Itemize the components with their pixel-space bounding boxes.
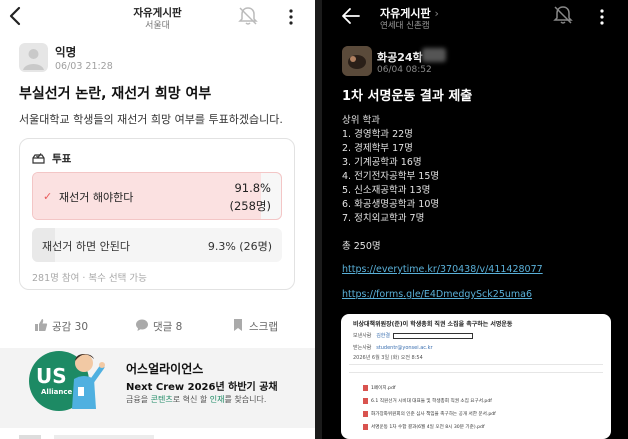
post-date: 06/04 08:52 <box>377 65 432 75</box>
left-screen: 자유게시판 서울대 익명 06/03 21:28 부실선거 논란, 재선거 희망… <box>0 0 315 439</box>
email-subject: 비상대책위원장(준)이 학생총회 직권 소집을 촉구하는 서명운동 <box>353 321 513 328</box>
banner-title: 어스얼라이언스 <box>126 362 204 376</box>
notification-off-icon[interactable] <box>237 6 259 26</box>
list-item: 3. 기계공학과 16명 <box>342 157 422 168</box>
back-arrow-icon[interactable] <box>341 6 361 26</box>
like-count: 공감 30 <box>52 321 89 333</box>
ballot-box-icon <box>32 153 45 164</box>
poll-option-1[interactable]: ✓ 재선거 해야한다 91.8% (258명) <box>32 172 282 220</box>
list-item: 5. 신소재공학과 13명 <box>342 185 431 196</box>
post-date: 06/03 21:28 <box>55 61 113 72</box>
attached-email-image[interactable]: 비상대책위원장(준)이 학생총회 직권 소집을 촉구하는 서명운동 보낸사람 김… <box>341 314 611 439</box>
right-screen: 자유게시판 › 연세대 신촌캠 화공24학 06/04 08:52 1차 서명운… <box>322 0 628 439</box>
comment-icon <box>136 319 148 331</box>
poll-label: 투표 <box>52 153 72 165</box>
banner-logo-us: US <box>36 364 67 388</box>
bottom-bar-fragment <box>54 435 154 439</box>
divider <box>349 372 603 373</box>
poll-footer: 281명 참여 · 복수 선택 가능 <box>32 273 147 284</box>
list-item: 6. 화공생명공학과 10명 <box>342 199 440 210</box>
poll-option-2-label: 재선거 하면 안된다 <box>42 240 130 253</box>
profile-photo-icon <box>342 46 372 76</box>
banner-description: 금융을 콘텐츠로 혁신 할 인재를 찾습니다. <box>126 395 267 404</box>
redacted-name <box>422 48 446 62</box>
list-item: 4. 전기전자공학부 15명 <box>342 171 440 182</box>
pdf-file-icon <box>363 424 368 430</box>
more-options-icon[interactable] <box>286 7 296 27</box>
email-date: 2026년 6월 3일 (화) 오전 8:54 <box>353 355 423 361</box>
comment-count: 댓글 8 <box>153 321 183 333</box>
attachment-item[interactable]: 6.1 직원선거 시비대 대표들 및 학생총회 직권 소집 요구서.pdf <box>371 398 492 404</box>
list-item: 1. 경영학과 22명 <box>342 129 413 140</box>
author-name: 화공24학 <box>377 51 423 64</box>
banner-subtitle: Next Crew 2026년 하반기 공채 <box>126 382 278 393</box>
attachment-item[interactable]: 1페이지.pdf <box>371 385 396 391</box>
list-item: 7. 정치외교학과 7명 <box>342 213 425 224</box>
poll-option-2[interactable]: 재선거 하면 안된다 9.3% (26명) <box>32 228 282 262</box>
attachment-item[interactable]: 화가장화위원회의 인준 심사 책임을 촉구하는 공개 서한 문서.pdf <box>371 411 496 417</box>
chevron-right-icon: › <box>434 7 439 20</box>
poll-option-2-result: 9.3% (26명) <box>207 240 272 253</box>
anonymous-user-icon <box>23 49 44 70</box>
check-icon: ✓ <box>43 190 53 203</box>
pdf-file-icon <box>363 398 368 404</box>
post-title: 1차 서명운동 결과 제출 <box>342 89 473 104</box>
bottom-bar-fragment <box>19 435 41 439</box>
attachment-item[interactable]: 서명운동 1차 수합 결과(6월 4일 오전 8시 30분 기준).pdf <box>371 424 485 430</box>
author-name: 익명 <box>55 45 77 59</box>
scrap-label: 스크랩 <box>249 321 278 333</box>
redacted-address <box>393 333 473 339</box>
notification-off-icon[interactable] <box>552 5 574 25</box>
pdf-file-icon <box>363 385 368 391</box>
post-title: 부실선거 논란, 재선거 희망 여부 <box>19 86 212 102</box>
google-forms-link[interactable]: https://forms.gle/E4DmedgySck25uma6 <box>342 289 532 300</box>
list-item: 2. 경제학부 17명 <box>342 143 413 154</box>
author-avatar <box>19 43 48 72</box>
board-subtitle: 연세대 신촌캠 <box>380 21 430 31</box>
more-options-icon[interactable] <box>597 7 607 27</box>
board-subtitle: 서울대 <box>145 21 170 31</box>
list-heading: 상위 학과 <box>342 115 380 126</box>
post-actions: 공감 30 댓글 8 스크랩 <box>0 314 315 340</box>
email-sender-row: 보낸사람 김한결 <box>353 333 390 339</box>
mascot-illustration-icon <box>72 354 105 409</box>
poll-option-1-label: 재선거 해야한다 <box>59 191 134 204</box>
poll-card: 투표 ✓ 재선거 해야한다 91.8% (258명) 재선거 하면 안된다 9.… <box>19 138 295 290</box>
thumbs-up-icon <box>35 319 48 331</box>
poll-option-1-count: (258명) <box>229 199 271 213</box>
email-recipient-row: 받는사람 studentr@yonsei.ac.kr <box>353 345 433 351</box>
bookmark-icon <box>234 319 242 331</box>
total-count: 총 250명 <box>342 241 381 252</box>
post-body: 서울대학교 학생들의 재선거 희망 여부를 투표하겠습니다. <box>19 113 283 126</box>
pdf-file-icon <box>363 411 368 417</box>
poll-option-1-percent: 91.8% <box>234 181 271 195</box>
author-avatar <box>342 46 372 76</box>
divider <box>349 364 603 365</box>
left-header: 자유게시판 서울대 <box>0 0 315 34</box>
everytime-link[interactable]: https://everytime.kr/370438/v/411428077 <box>342 264 543 275</box>
